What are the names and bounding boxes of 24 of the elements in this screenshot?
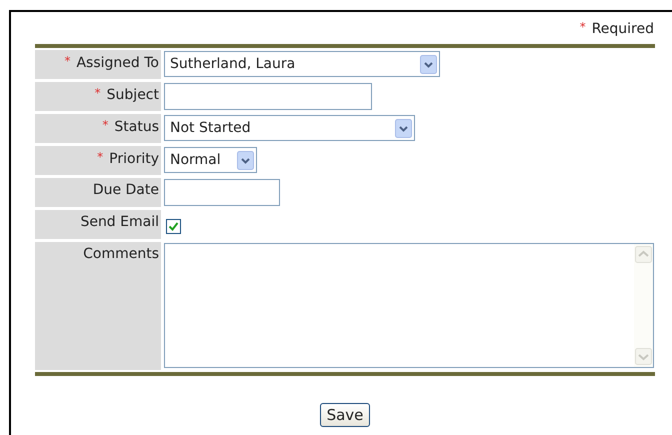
scroll-down-icon[interactable]	[635, 348, 652, 365]
required-asterisk: *	[64, 54, 70, 68]
scrollbar[interactable]	[634, 244, 653, 367]
save-button[interactable]: Save	[320, 403, 370, 427]
field-label: Assigned To	[76, 55, 159, 71]
field-label: Send Email	[80, 214, 159, 230]
dropdown[interactable]: Normal	[164, 147, 257, 173]
required-note: Required	[592, 21, 654, 37]
dropdown[interactable]: Not Started	[164, 115, 415, 141]
field-label: Priority	[109, 151, 159, 167]
field-label: Subject	[106, 87, 159, 103]
dropdown[interactable]: Sutherland, Laura	[164, 51, 440, 77]
required-asterisk: *	[102, 118, 108, 132]
field-label: Due Date	[92, 182, 159, 198]
comments-textarea[interactable]	[164, 243, 654, 368]
required-asterisk: *	[580, 20, 586, 34]
scroll-up-icon[interactable]	[635, 246, 652, 263]
field-label: Comments	[83, 246, 159, 262]
required-asterisk: *	[94, 86, 101, 100]
checkbox[interactable]	[166, 219, 181, 234]
field-label: Status	[114, 119, 159, 135]
text-field[interactable]	[164, 179, 280, 206]
required-asterisk: *	[97, 150, 104, 164]
text-field[interactable]	[164, 83, 372, 110]
